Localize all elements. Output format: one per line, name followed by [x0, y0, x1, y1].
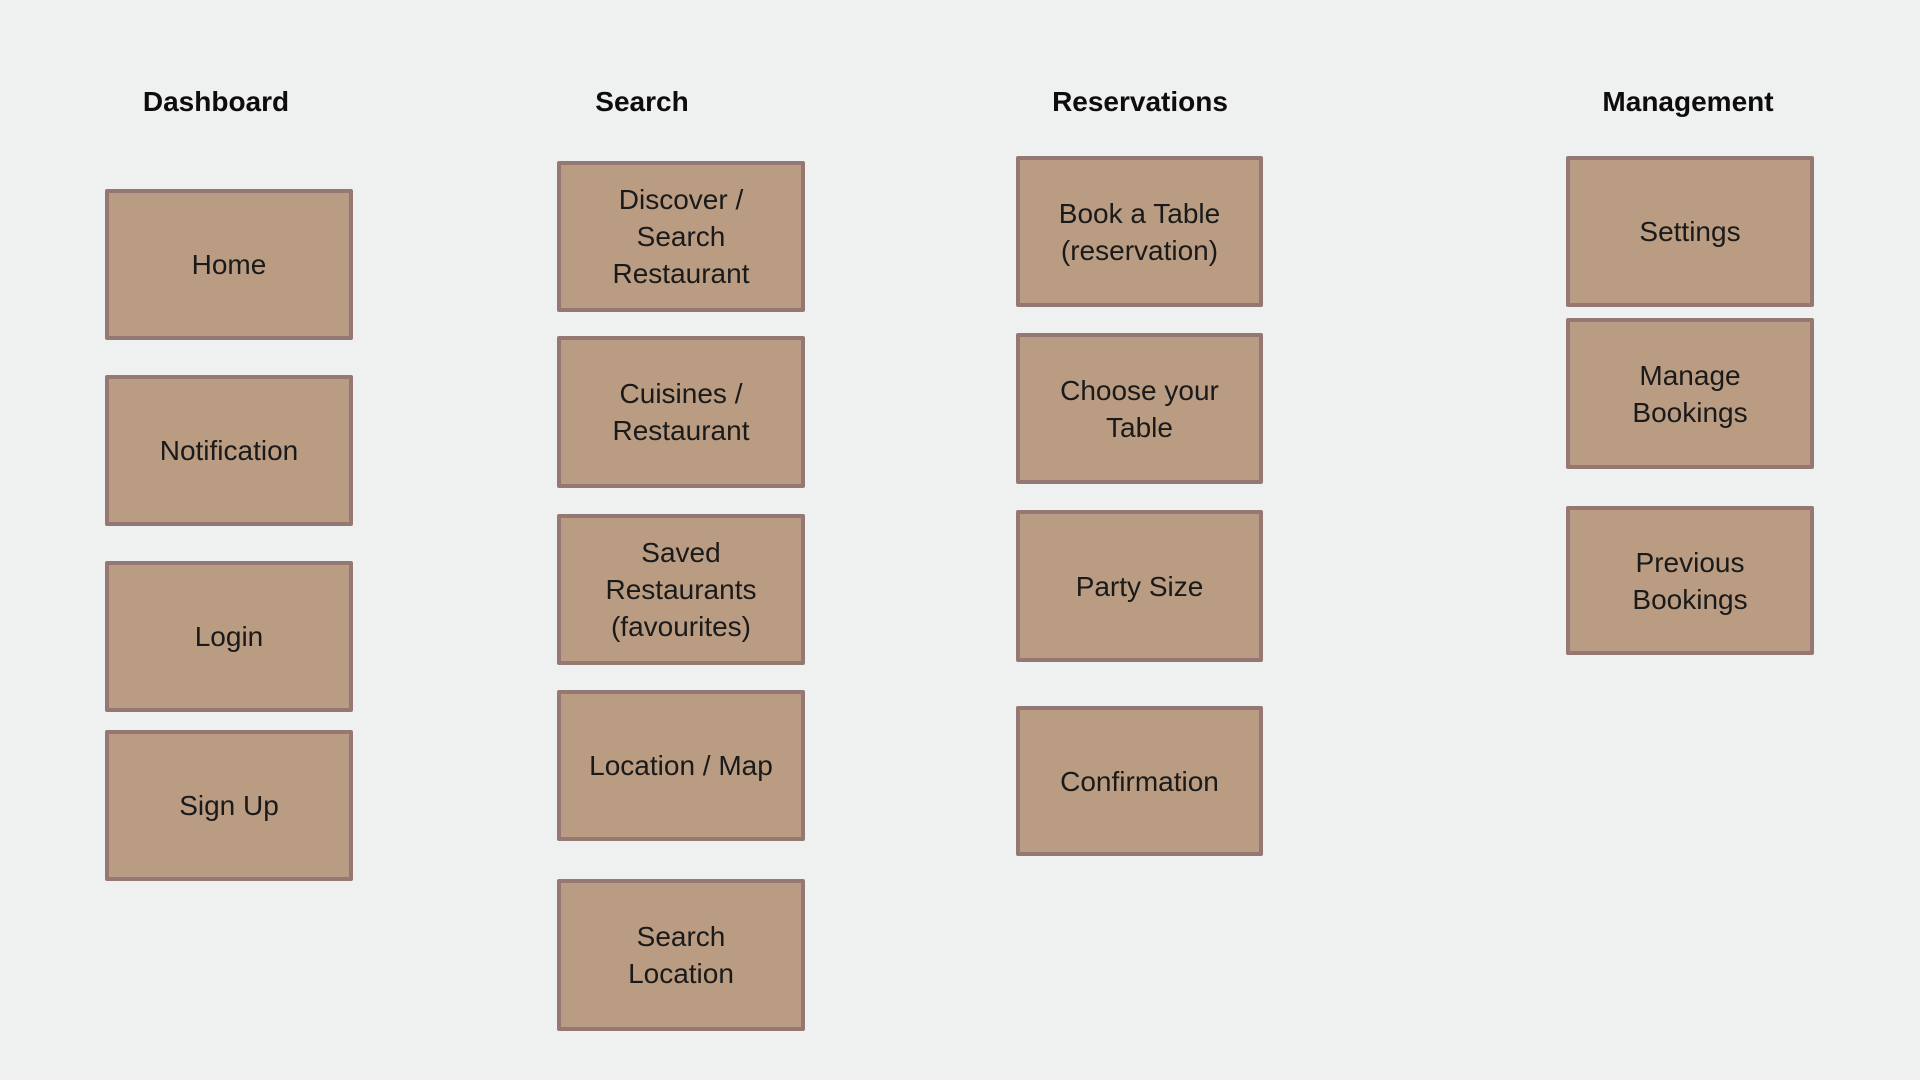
card-label: Settings: [1639, 216, 1741, 247]
card-label: Book a Table (reservation): [1058, 197, 1221, 266]
column-title-dashboard: Dashboard: [142, 86, 290, 117]
card-sign-up[interactable]: Sign Up: [105, 730, 353, 881]
card-label: Login: [194, 621, 264, 652]
card-label: Notification: [159, 435, 299, 466]
card-settings[interactable]: Settings: [1566, 156, 1814, 307]
card-label: Party Size: [1075, 570, 1204, 602]
card-location-map[interactable]: Location / Map: [557, 690, 805, 841]
card-label: Home: [191, 249, 267, 280]
card-cuisines-restaurant[interactable]: Cuisines / Restaurant: [557, 336, 805, 488]
card-label: Location / Map: [589, 750, 773, 781]
card-label: Saved Restaurants (favourites): [605, 537, 757, 642]
card-previous-bookings[interactable]: Previous Bookings: [1566, 506, 1814, 655]
card-label: Choose your Table: [1060, 374, 1219, 443]
card-notification[interactable]: Notification: [105, 375, 353, 526]
card-label: Previous Bookings: [1632, 546, 1748, 615]
card-label: Discover / Search Restaurant: [612, 184, 750, 289]
card-manage-bookings[interactable]: Manage Bookings: [1566, 318, 1814, 469]
column-title-reservations: Reservations: [1052, 86, 1228, 117]
card-book-a-table[interactable]: Book a Table (reservation): [1016, 156, 1263, 307]
card-discover-search-restaurant[interactable]: Discover / Search Restaurant: [557, 161, 805, 312]
card-saved-restaurants[interactable]: Saved Restaurants (favourites): [557, 514, 805, 665]
card-label: Search Location: [628, 921, 734, 989]
card-party-size[interactable]: Party Size: [1016, 510, 1263, 662]
card-confirmation[interactable]: Confirmation: [1016, 706, 1263, 856]
card-label: Manage Bookings: [1632, 359, 1748, 428]
card-label: Cuisines / Restaurant: [612, 378, 750, 446]
card-login[interactable]: Login: [105, 561, 353, 712]
card-label: Confirmation: [1060, 765, 1219, 797]
card-home[interactable]: Home: [105, 189, 353, 340]
card-choose-your-table[interactable]: Choose your Table: [1016, 333, 1263, 484]
card-search-location[interactable]: Search Location: [557, 879, 805, 1031]
card-label: Sign Up: [179, 790, 279, 821]
column-title-search: Search: [595, 86, 689, 117]
column-title-management: Management: [1602, 86, 1774, 117]
